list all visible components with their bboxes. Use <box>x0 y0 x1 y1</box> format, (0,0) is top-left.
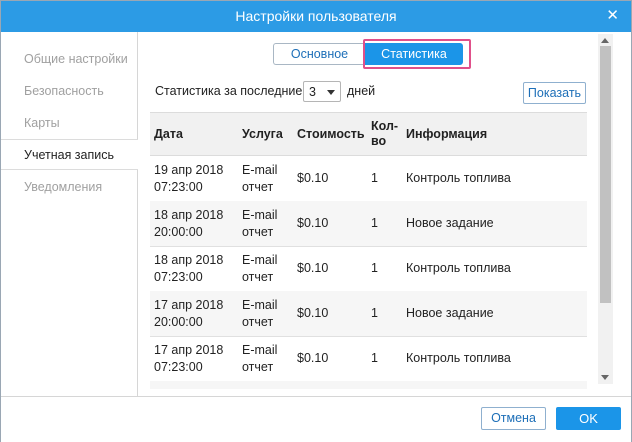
cell-date: 18 апр 2018 20:00:00 <box>154 201 240 246</box>
chevron-down-icon <box>327 90 335 95</box>
cell-service-line1: E-mail <box>242 342 278 357</box>
cell-quantity: 1 <box>371 216 378 230</box>
statistics-table: Дата Услуга Стоимость Кол- во Информация… <box>150 112 587 389</box>
cell-date-day: 18 апр 2018 <box>154 252 224 267</box>
settings-sidebar: Общие настройки Безопасность Карты Учетн… <box>1 32 138 396</box>
cell-quantity: 1 <box>371 351 378 365</box>
cell-service-line2: отчет <box>242 314 274 329</box>
cell-date-time: 20:00:00 <box>154 224 203 239</box>
dialog-footer: Отмена OK <box>1 396 631 442</box>
table-row: 19 апр 2018 07:23:00 E-mail отчет $0.10 1 … <box>150 156 587 202</box>
header-quantity-line2: во <box>371 134 387 148</box>
cell-cost: $0.10 <box>297 171 329 185</box>
tab-basic[interactable]: Основное <box>273 43 365 65</box>
cancel-button[interactable]: Отмена <box>481 407 546 430</box>
sidebar-item-general[interactable]: Общие настройки <box>1 44 137 75</box>
cell-cost: $0.10 <box>297 261 329 275</box>
days-select[interactable]: 3 <box>303 81 341 102</box>
cell-service-line2: отчет <box>242 359 274 374</box>
cell-date-time: 07:23:00 <box>154 269 203 284</box>
cell-service-line2: отчет <box>242 269 274 284</box>
sidebar-item-account[interactable]: Учетная запись <box>1 139 138 170</box>
close-icon[interactable]: ✕ <box>606 7 619 25</box>
cell-cost: $0.10 <box>297 351 329 365</box>
sidebar-item-security[interactable]: Безопасность <box>1 76 137 107</box>
header-quantity: Кол- во <box>371 113 401 155</box>
table-row: 18 апр 2018 20:00:00 E-mail отчет $0.10 1 … <box>150 201 587 247</box>
header-service: Услуга <box>242 126 283 141</box>
title-bar: Настройки пользователя ✕ <box>1 1 631 32</box>
scroll-down-icon[interactable] <box>601 375 609 380</box>
tab-statistics[interactable]: Статистика <box>365 43 463 65</box>
cell-service-line2: отчет <box>242 179 274 194</box>
scroll-up-icon[interactable] <box>601 38 609 43</box>
table-row <box>150 381 587 389</box>
cell-service-line2: отчет <box>242 224 274 239</box>
cell-service: E-mail отчет <box>242 201 292 246</box>
sidebar-item-maps[interactable]: Карты <box>1 108 137 139</box>
cell-service-line1: E-mail <box>242 162 278 177</box>
cell-info: Новое задание <box>406 216 494 230</box>
user-settings-dialog: Настройки пользователя ✕ Общие настройки… <box>0 0 632 442</box>
cell-quantity: 1 <box>371 261 378 275</box>
show-button[interactable]: Показать <box>523 82 586 104</box>
table-header: Дата Услуга Стоимость Кол- во Информация <box>150 113 587 156</box>
cell-date: 17 апр 2018 07:23:00 <box>154 336 240 381</box>
cell-date-day: 18 апр 2018 <box>154 207 224 222</box>
cell-date: 17 апр 2018 20:00:00 <box>154 291 240 336</box>
cell-date: 18 апр 2018 07:23:00 <box>154 246 240 291</box>
cell-cost: $0.10 <box>297 216 329 230</box>
sidebar-item-notifications[interactable]: Уведомления <box>1 172 137 203</box>
table-row: 17 апр 2018 20:00:00 E-mail отчет $0.10 1 … <box>150 291 587 337</box>
days-select-value: 3 <box>309 85 316 99</box>
cell-service-line1: E-mail <box>242 297 278 312</box>
cell-service-line1: E-mail <box>242 252 278 267</box>
header-quantity-line1: Кол- <box>371 119 399 133</box>
dialog-title: Настройки пользователя <box>235 8 397 24</box>
stats-period-label: Статистика за последние <box>155 84 303 98</box>
cell-service: E-mail отчет <box>242 336 292 381</box>
cell-info: Контроль топлива <box>406 351 511 365</box>
ok-button[interactable]: OK <box>556 407 621 430</box>
vertical-scrollbar[interactable] <box>598 34 613 384</box>
cell-date-time: 07:23:00 <box>154 359 203 374</box>
cell-date: 19 апр 2018 07:23:00 <box>154 156 240 201</box>
cell-service: E-mail отчет <box>242 156 292 201</box>
cell-date-time: 07:23:00 <box>154 179 203 194</box>
cell-date-day: 17 апр 2018 <box>154 297 224 312</box>
cell-info: Новое задание <box>406 306 494 320</box>
cell-date-day: 19 апр 2018 <box>154 162 224 177</box>
cell-date-time: 20:00:00 <box>154 314 203 329</box>
cell-info: Контроль топлива <box>406 171 511 185</box>
days-suffix-label: дней <box>347 84 376 98</box>
header-info: Информация <box>406 126 488 141</box>
table-row: 18 апр 2018 07:23:00 E-mail отчет $0.10 1 … <box>150 246 587 292</box>
cell-service: E-mail отчет <box>242 291 292 336</box>
cell-date-day: 17 апр 2018 <box>154 342 224 357</box>
table-row: 17 апр 2018 07:23:00 E-mail отчет $0.10 1 … <box>150 336 587 382</box>
cell-quantity: 1 <box>371 306 378 320</box>
header-cost: Стоимость <box>297 126 365 141</box>
cell-service: E-mail отчет <box>242 246 292 291</box>
scroll-thumb[interactable] <box>600 46 611 303</box>
cell-info: Контроль топлива <box>406 261 511 275</box>
cell-cost: $0.10 <box>297 306 329 320</box>
header-date: Дата <box>154 126 183 141</box>
cell-quantity: 1 <box>371 171 378 185</box>
cell-service-line1: E-mail <box>242 207 278 222</box>
